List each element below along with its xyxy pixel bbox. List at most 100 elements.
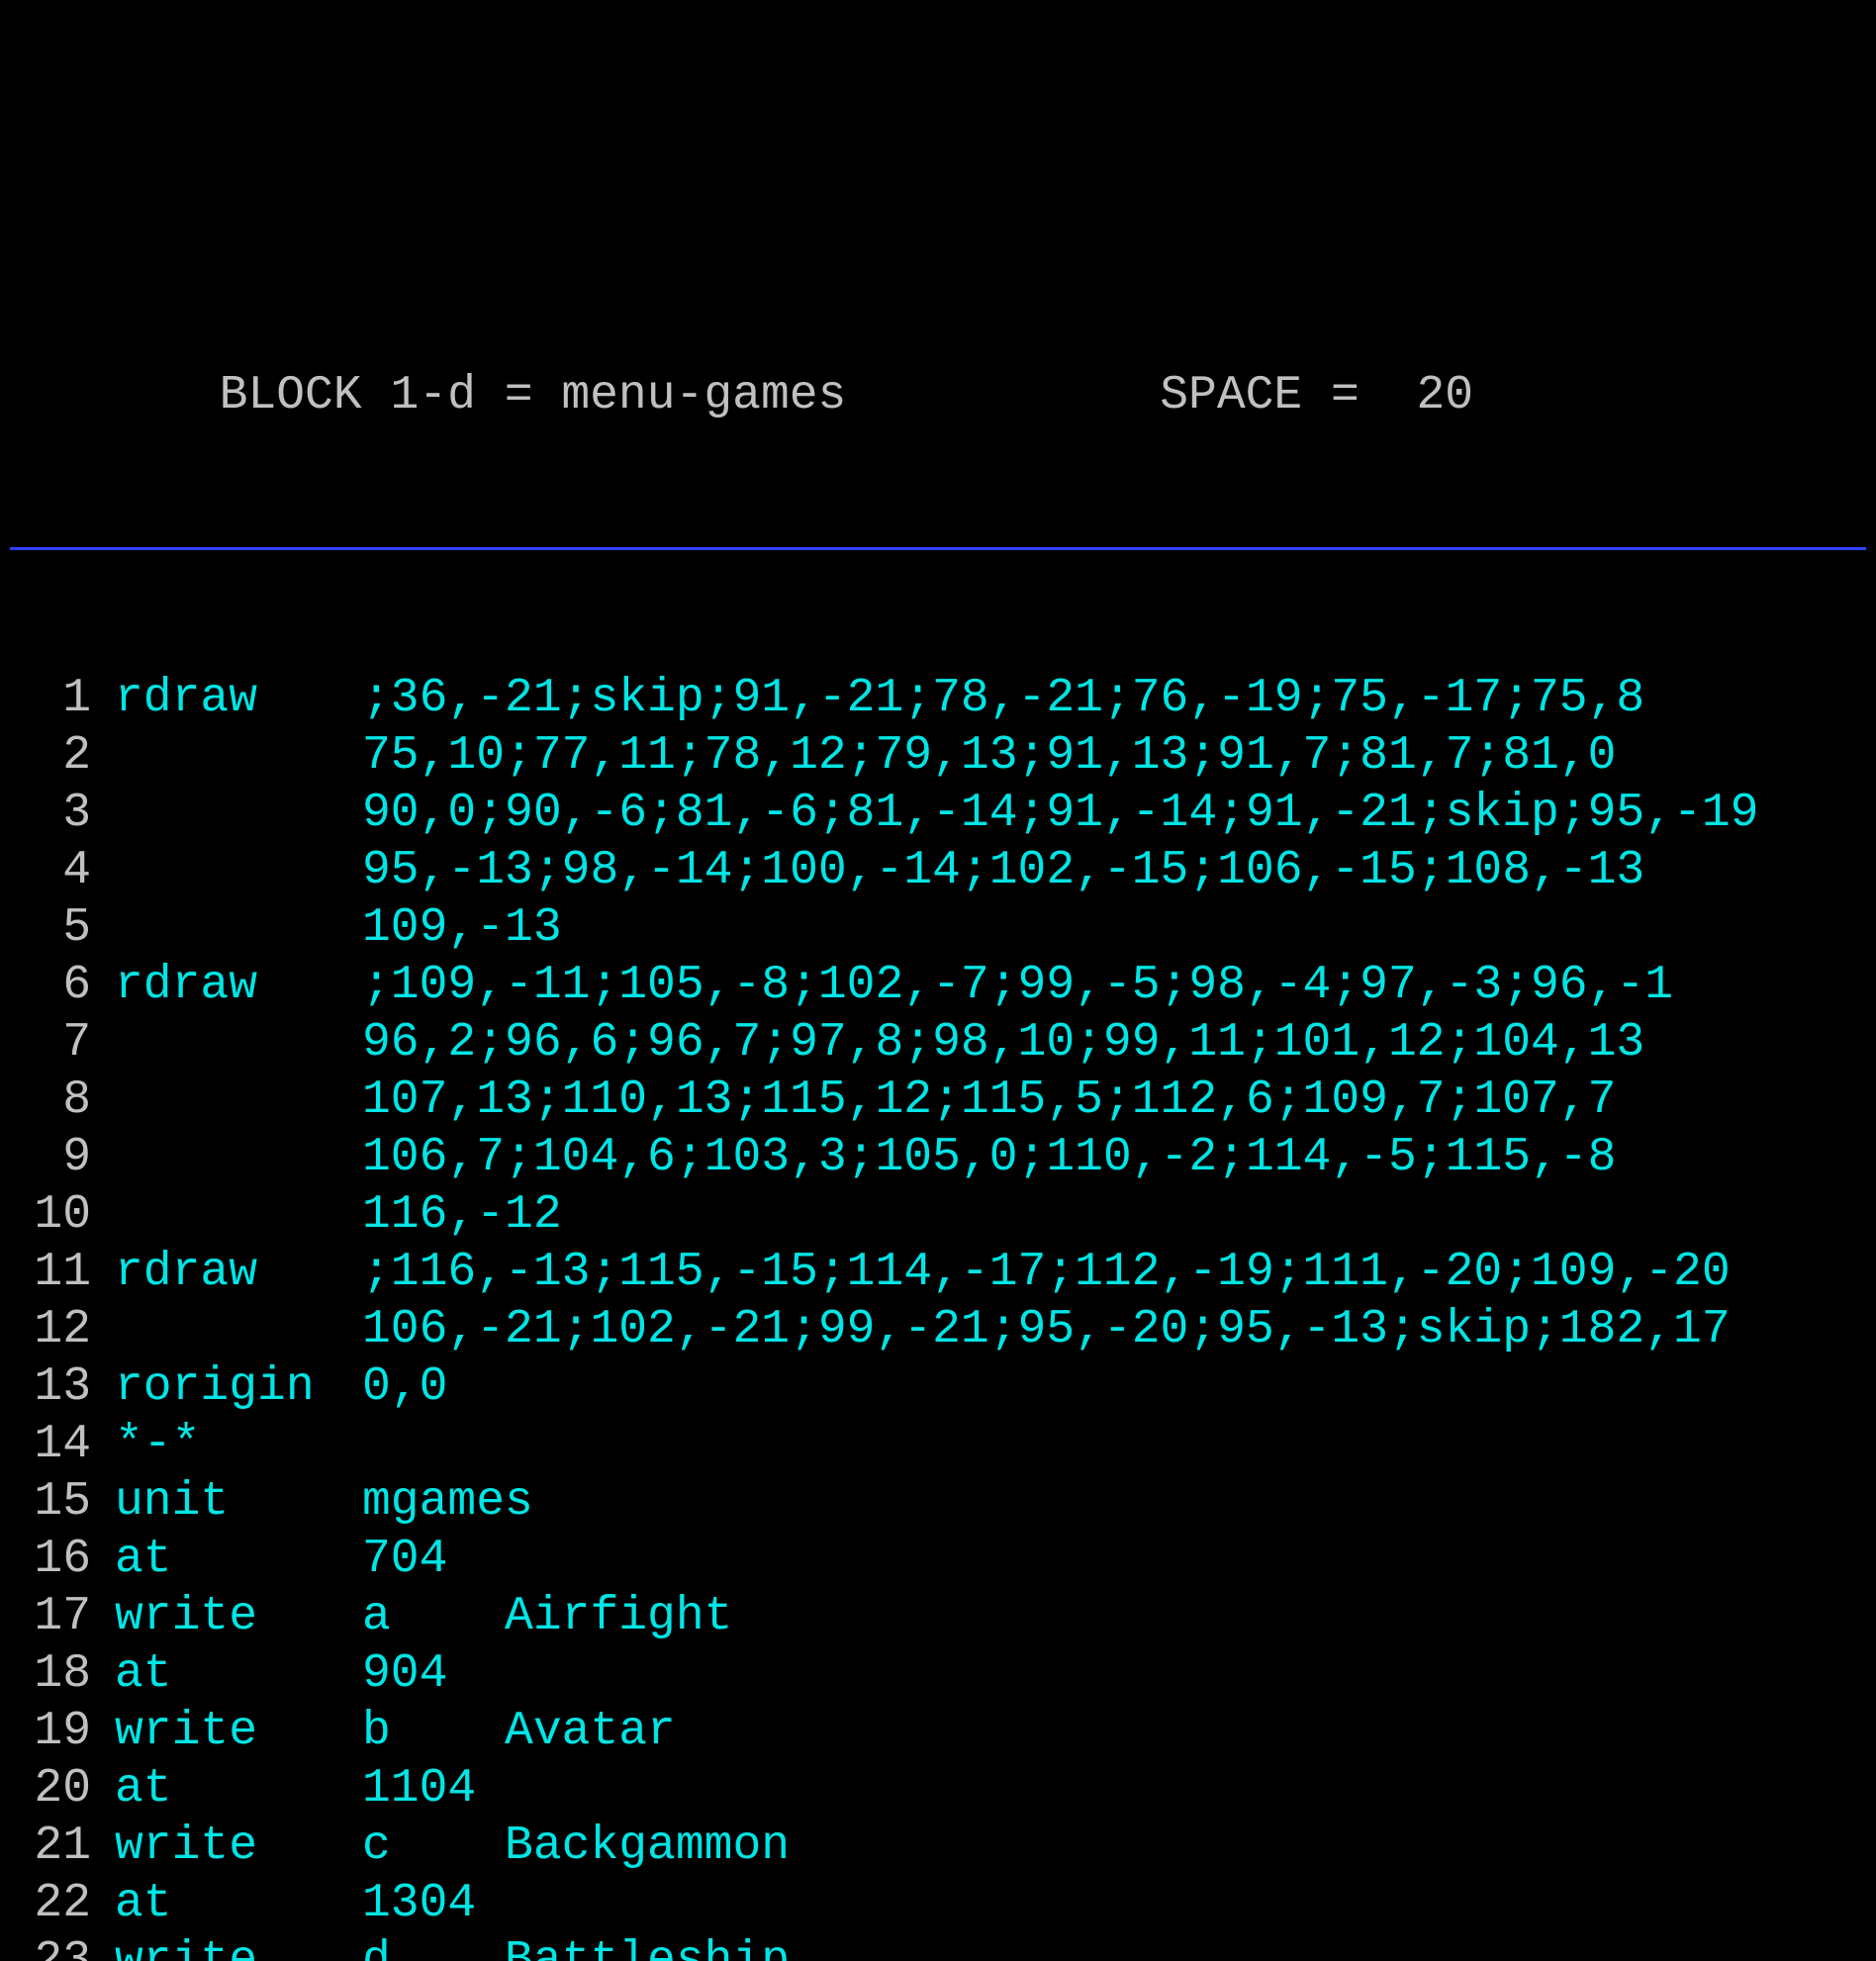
line-number: 23	[10, 1932, 115, 1961]
code-line[interactable]: 13rorigin0,0	[10, 1358, 1876, 1416]
line-number: 10	[10, 1186, 115, 1244]
line-number: 13	[10, 1358, 115, 1416]
command-token	[115, 1129, 362, 1186]
code-line[interactable]: 14*-*	[10, 1416, 1876, 1473]
line-number: 16	[10, 1531, 115, 1588]
command-token: rorigin	[115, 1358, 362, 1416]
argument-text: mgames	[362, 1473, 1876, 1531]
command-token	[115, 1014, 362, 1072]
header-line: BLOCK 1-d = menu-games SPACE = 20	[10, 367, 1876, 425]
command-token: *-*	[115, 1416, 362, 1473]
code-line[interactable]: 7 96,2;96,6;96,7;97,8;98,10;99,11;101,12;…	[10, 1014, 1876, 1072]
header-eq: =	[476, 369, 561, 422]
argument-text: ;36,-21;skip;91,-21;78,-21;76,-19;75,-17…	[362, 670, 1876, 727]
argument-text: 107,13;110,13;115,12;115,5;112,6;109,7;1…	[362, 1072, 1876, 1129]
line-number: 14	[10, 1416, 115, 1473]
command-token: rdraw	[115, 1244, 362, 1301]
command-token	[115, 1072, 362, 1129]
line-number: 21	[10, 1818, 115, 1875]
code-line[interactable]: 6rdraw;109,-11;105,-8;102,-7;99,-5;98,-4…	[10, 957, 1876, 1014]
argument-text: ;116,-13;115,-15;114,-17;112,-19;111,-20…	[362, 1244, 1876, 1301]
space-value: 20	[1416, 369, 1473, 422]
argument-text: b Avatar	[362, 1703, 1876, 1760]
code-line[interactable]: 9 106,7;104,6;103,3;105,0;110,-2;114,-5;1…	[10, 1129, 1876, 1186]
argument-text: 1304	[362, 1875, 1876, 1932]
line-number: 15	[10, 1473, 115, 1531]
argument-text: 904	[362, 1645, 1876, 1703]
argument-text: 95,-13;98,-14;100,-14;102,-15;106,-15;10…	[362, 842, 1876, 899]
argument-text: 106,7;104,6;103,3;105,0;110,-2;114,-5;11…	[362, 1129, 1876, 1186]
code-line[interactable]: 15unitmgames	[10, 1473, 1876, 1531]
command-token: rdraw	[115, 957, 362, 1014]
line-number: 11	[10, 1244, 115, 1301]
code-line[interactable]: 2 75,10;77,11;78,12;79,13;91,13;91,7;81,7…	[10, 727, 1876, 785]
header-prefix: BLOCK	[20, 369, 390, 422]
argument-text: a Airfight	[362, 1588, 1876, 1645]
block-id: 1-d	[390, 369, 475, 422]
argument-text: 116,-12	[362, 1186, 1876, 1244]
code-line[interactable]: 23writed Battleship	[10, 1932, 1876, 1961]
code-line[interactable]: 18at904	[10, 1645, 1876, 1703]
line-number: 22	[10, 1875, 115, 1932]
code-line[interactable]: 20at1104	[10, 1760, 1876, 1818]
code-line[interactable]: 17writea Airfight	[10, 1588, 1876, 1645]
code-body: 1rdraw;36,-21;skip;91,-21;78,-21;76,-19;…	[10, 670, 1876, 1961]
line-number: 18	[10, 1645, 115, 1703]
code-line[interactable]: 8 107,13;110,13;115,12;115,5;112,6;109,7;…	[10, 1072, 1876, 1129]
argument-text: 90,0;90,-6;81,-6;81,-14;91,-14;91,-21;sk…	[362, 785, 1876, 842]
line-number: 9	[10, 1129, 115, 1186]
code-line[interactable]: 10 116,-12	[10, 1186, 1876, 1244]
code-line[interactable]: 3 90,0;90,-6;81,-6;81,-14;91,-14;91,-21;s…	[10, 785, 1876, 842]
command-token	[115, 1301, 362, 1358]
command-token	[115, 727, 362, 785]
argument-text: 704	[362, 1531, 1876, 1588]
argument-text: 109,-13	[362, 899, 1876, 957]
line-number: 19	[10, 1703, 115, 1760]
code-line[interactable]: 22at1304	[10, 1875, 1876, 1932]
line-number: 20	[10, 1760, 115, 1818]
argument-text: ;109,-11;105,-8;102,-7;99,-5;98,-4;97,-3…	[362, 957, 1876, 1014]
code-line[interactable]: 19writeb Avatar	[10, 1703, 1876, 1760]
argument-text: 96,2;96,6;96,7;97,8;98,10;99,11;101,12;1…	[362, 1014, 1876, 1072]
line-number: 17	[10, 1588, 115, 1645]
argument-text: 75,10;77,11;78,12;79,13;91,13;91,7;81,7;…	[362, 727, 1876, 785]
line-number: 8	[10, 1072, 115, 1129]
command-token: write	[115, 1703, 362, 1760]
command-token	[115, 899, 362, 957]
code-line[interactable]: 1rdraw;36,-21;skip;91,-21;78,-21;76,-19;…	[10, 670, 1876, 727]
command-token: at	[115, 1645, 362, 1703]
code-line[interactable]: 16at704	[10, 1531, 1876, 1588]
command-token: at	[115, 1531, 362, 1588]
code-line[interactable]: 495,-13;98,-14;100,-14;102,-15;106,-15;1…	[10, 842, 1876, 899]
terminal-screen: BLOCK 1-d = menu-games SPACE = 20 1rdraw…	[0, 232, 1876, 1961]
command-token: write	[115, 1932, 362, 1961]
line-number: 7	[10, 1014, 115, 1072]
command-token	[115, 1186, 362, 1244]
line-number: 6	[10, 957, 115, 1014]
code-line[interactable]: 11rdraw;116,-13;115,-15;114,-17;112,-19;…	[10, 1244, 1876, 1301]
line-number: 5	[10, 899, 115, 957]
line-number: 1	[10, 670, 115, 727]
code-line[interactable]: 21writec Backgammon	[10, 1818, 1876, 1875]
command-token: at	[115, 1875, 362, 1932]
command-token: at	[115, 1760, 362, 1818]
command-token	[115, 785, 362, 842]
code-line[interactable]: 12 106,-21;102,-21;99,-21;95,-20;95,-13;s…	[10, 1301, 1876, 1358]
argument-text: 106,-21;102,-21;99,-21;95,-20;95,-13;ski…	[362, 1301, 1876, 1358]
command-token	[115, 842, 362, 899]
line-number: 2	[10, 727, 115, 785]
command-token: unit	[115, 1473, 362, 1531]
line-number: 3	[10, 785, 115, 842]
code-line[interactable]: 5 109,-13	[10, 899, 1876, 957]
argument-text: 1104	[362, 1760, 1876, 1818]
space-label: SPACE =	[846, 369, 1416, 422]
command-token: write	[115, 1818, 362, 1875]
block-name: menu-games	[561, 369, 846, 422]
argument-text: 0,0	[362, 1358, 1876, 1416]
argument-text	[362, 1416, 1876, 1473]
header-rule	[10, 547, 1866, 550]
argument-text: c Backgammon	[362, 1818, 1876, 1875]
command-token: write	[115, 1588, 362, 1645]
command-token: rdraw	[115, 670, 362, 727]
line-number: 12	[10, 1301, 115, 1358]
